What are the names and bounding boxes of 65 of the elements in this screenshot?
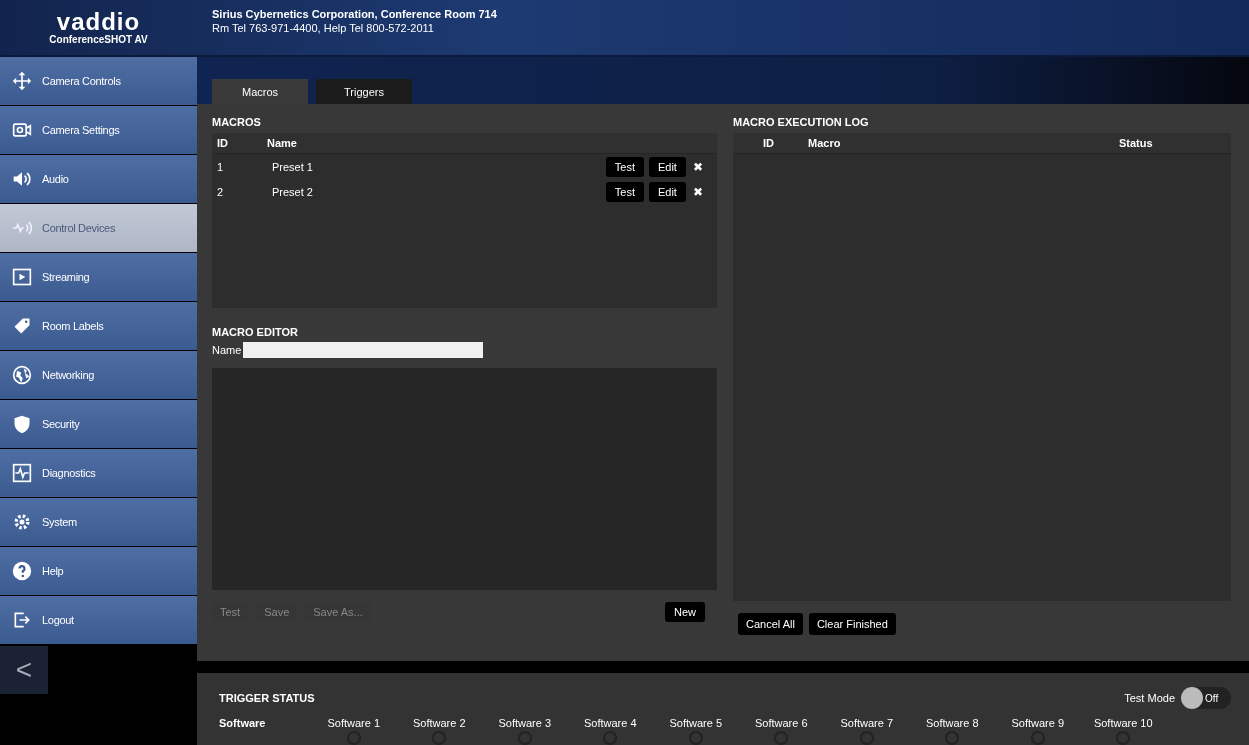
trigger-label: Software 5 [669, 717, 723, 729]
sidebar-item[interactable]: Help [0, 547, 197, 595]
trigger-label: Software 7 [840, 717, 894, 729]
table-cell-text: Preset 1 [272, 160, 314, 173]
log-button[interactable]: Cancel All [738, 613, 803, 635]
trigger-label: Software 3 [498, 717, 552, 729]
gear-icon [12, 512, 32, 532]
trigger-label: Software 10 [1093, 717, 1153, 729]
trigger-label: Software 6 [754, 717, 808, 729]
sidebar-item[interactable]: Room Labels [0, 302, 197, 350]
exit-icon [12, 610, 32, 630]
pulse-icon [12, 463, 32, 483]
sidebar-item[interactable]: Streaming [0, 253, 197, 301]
sidebar-item[interactable]: Logout [0, 596, 197, 644]
section-title: MACRO EDITOR [212, 326, 299, 338]
sidebar-item[interactable]: Diagnostics [0, 449, 197, 497]
column-header: Status [1119, 137, 1154, 149]
sidebar-item[interactable]: Camera Controls [0, 57, 197, 105]
test-button[interactable]: Test [605, 156, 644, 177]
field-label: Name [212, 344, 242, 356]
trigger-label: Software 2 [412, 717, 466, 729]
sidebar-item[interactable]: Control Devices [0, 204, 197, 252]
delete-button[interactable]: ✖ [690, 184, 705, 199]
table-cell-text: 1 [216, 160, 225, 173]
trigger-label: Software 8 [925, 717, 979, 729]
collapse-button[interactable]: < [0, 646, 48, 694]
logo-text: vaddio [56, 10, 141, 34]
test-button[interactable]: Test [605, 181, 644, 202]
sidebar-item[interactable]: System [0, 498, 197, 546]
section-title: TRIGGER STATUS [219, 692, 315, 704]
table-cell-text: Preset 2 [272, 185, 314, 198]
log-button[interactable]: Clear Finished [808, 613, 896, 635]
column-header: ID [216, 137, 229, 149]
new-button[interactable]: New [665, 602, 705, 622]
sidebar-item[interactable]: Camera Settings [0, 106, 197, 154]
product-name: ConferenceSHOT AV [49, 34, 148, 45]
sidebar-item[interactable]: Audio [0, 155, 197, 203]
trigger-label: Software 1 [327, 717, 381, 729]
column-header: ID [762, 137, 775, 149]
shield-icon [12, 414, 32, 434]
column-header: Name [267, 137, 298, 149]
location-title: Sirius Cybernetics Corporation, Conference Room 714 [212, 7, 497, 20]
question-icon [12, 561, 32, 581]
trigger-group-label: Software [219, 717, 267, 731]
delete-button[interactable]: ✖ [690, 159, 705, 174]
test-mode-toggle[interactable]: Off [1181, 687, 1231, 709]
section-title: MACROS [212, 116, 262, 128]
trigger-label: Software 4 [583, 717, 637, 729]
section-title: MACRO EXECUTION LOG [733, 116, 870, 128]
sidebar-item[interactable]: Networking [0, 351, 197, 399]
play-icon [12, 267, 32, 287]
tab[interactable]: Macros [212, 79, 308, 104]
name-input-field[interactable] [243, 342, 484, 358]
edit-button[interactable]: Edit [648, 181, 686, 202]
test-mode-label: Test Mode [1124, 692, 1175, 704]
column-header: Macro [807, 137, 842, 149]
trigger-label: Software 9 [1011, 717, 1065, 729]
edit-button[interactable]: Edit [648, 156, 686, 177]
move-arrows-icon [12, 71, 32, 91]
sidebar-item[interactable]: Security [0, 400, 197, 448]
tab[interactable]: Triggers [316, 79, 412, 104]
tag-icon [12, 316, 32, 336]
table-cell-text: 2 [216, 185, 225, 198]
phone-numbers: Rm Tel 763-971-4400, Help Tel 800-572-2011 [212, 21, 435, 34]
globe-icon [12, 365, 32, 385]
